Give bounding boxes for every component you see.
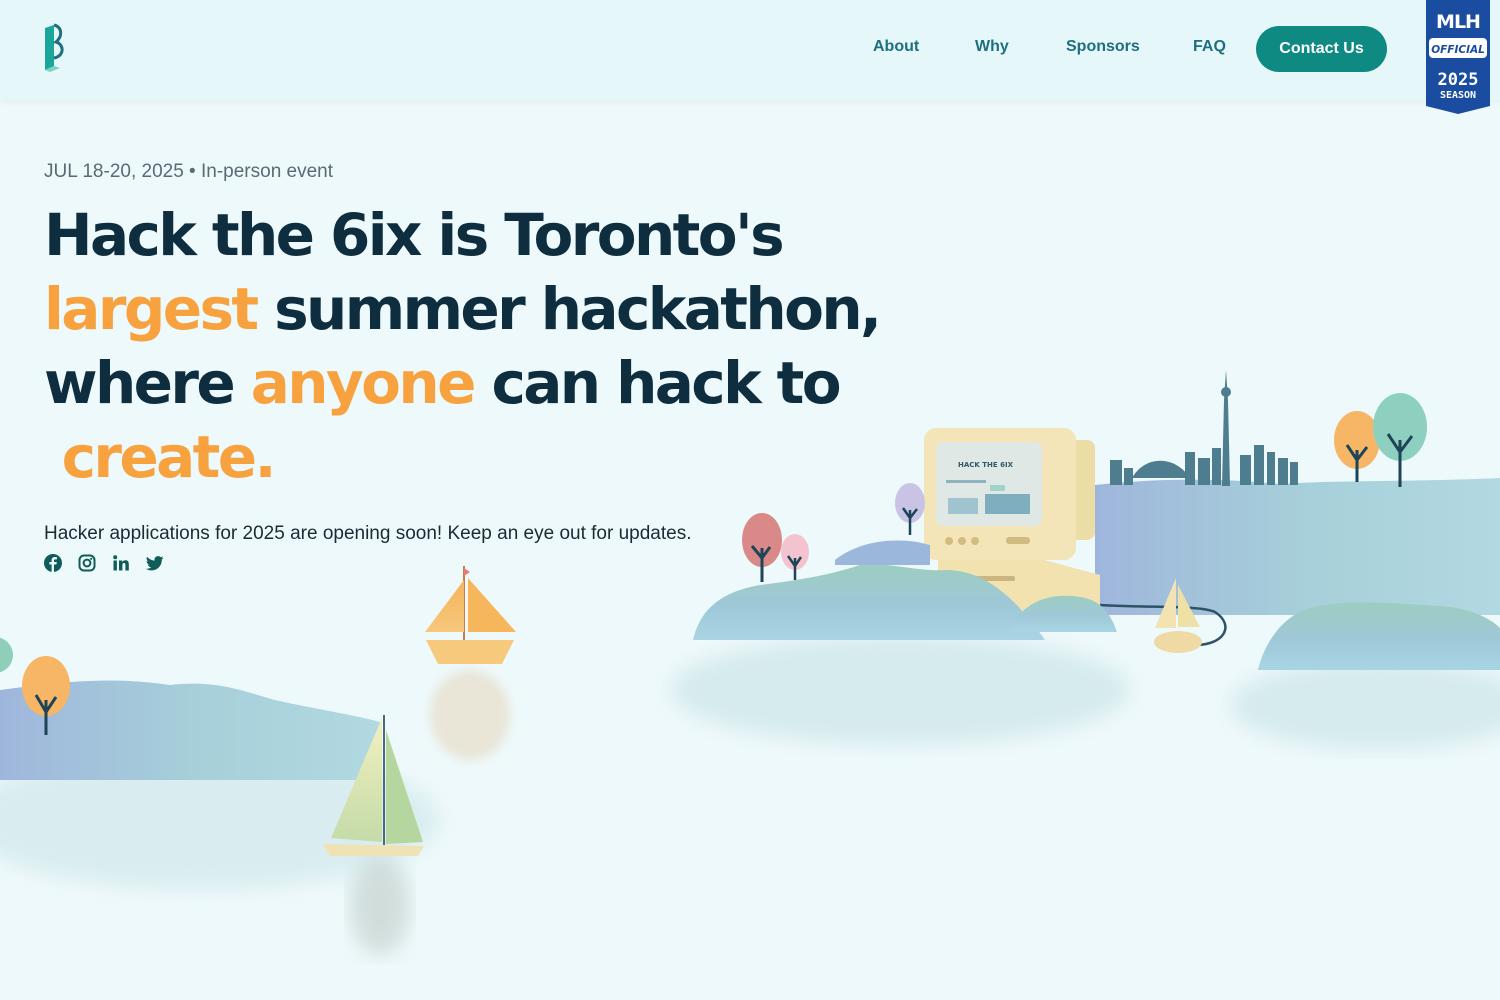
retro-computer-illustration: HACK THE 6IX <box>924 428 1227 647</box>
headline-accent-anyone: anyone <box>250 349 477 417</box>
mlh-badge-title: MLH <box>1436 11 1480 33</box>
headline-line-4: create. <box>44 420 864 494</box>
social-links <box>44 554 164 572</box>
hack-the-6ix-logo[interactable] <box>40 22 68 72</box>
headline-line-2-rest: summer hackathon, <box>256 275 882 343</box>
top-navbar: About Why Sponsors FAQ Contact Us <box>0 0 1500 100</box>
mlh-badge-year: 2025 <box>1438 70 1479 90</box>
event-info: JUL 18-20, 2025 • In-person event <box>44 161 334 182</box>
headline-line-1: Hack the 6ix is Toronto's <box>44 201 785 269</box>
headline-line-3: where anyone can hack to <box>44 346 864 420</box>
mlh-official-badge[interactable]: MLH OFFICIAL 2025 SEASON <box>1424 0 1492 116</box>
twitter-icon[interactable] <box>146 554 164 572</box>
hero-headline: Hack the 6ix is Toronto's largest summer… <box>44 198 882 494</box>
mlh-badge-label: OFFICIAL <box>1431 44 1485 56</box>
instagram-icon[interactable] <box>78 554 96 572</box>
headline-line-3-rest: can hack to <box>473 349 841 417</box>
nav-link-faq[interactable]: FAQ <box>1193 38 1226 56</box>
headline-accent-create: create. <box>44 423 277 491</box>
nav-link-about[interactable]: About <box>873 38 919 56</box>
svg-text:HACK THE 6IX: HACK THE 6IX <box>958 461 1014 469</box>
headline-line-2: largest summer hackathon, <box>44 272 882 346</box>
nav-link-sponsors[interactable]: Sponsors <box>1066 38 1140 56</box>
hero-illustration: HACK THE 6IX <box>0 370 1500 955</box>
contact-us-button[interactable]: Contact Us <box>1256 26 1387 72</box>
headline-accent-largest: largest <box>44 275 259 343</box>
nav-link-why[interactable]: Why <box>975 38 1009 56</box>
hero-tagline: Hacker applications for 2025 are opening… <box>44 523 692 544</box>
facebook-icon[interactable] <box>44 554 62 572</box>
mlh-badge-season: SEASON <box>1440 90 1476 101</box>
headline-line-3-start: where <box>44 349 251 417</box>
linkedin-icon[interactable] <box>112 554 130 572</box>
